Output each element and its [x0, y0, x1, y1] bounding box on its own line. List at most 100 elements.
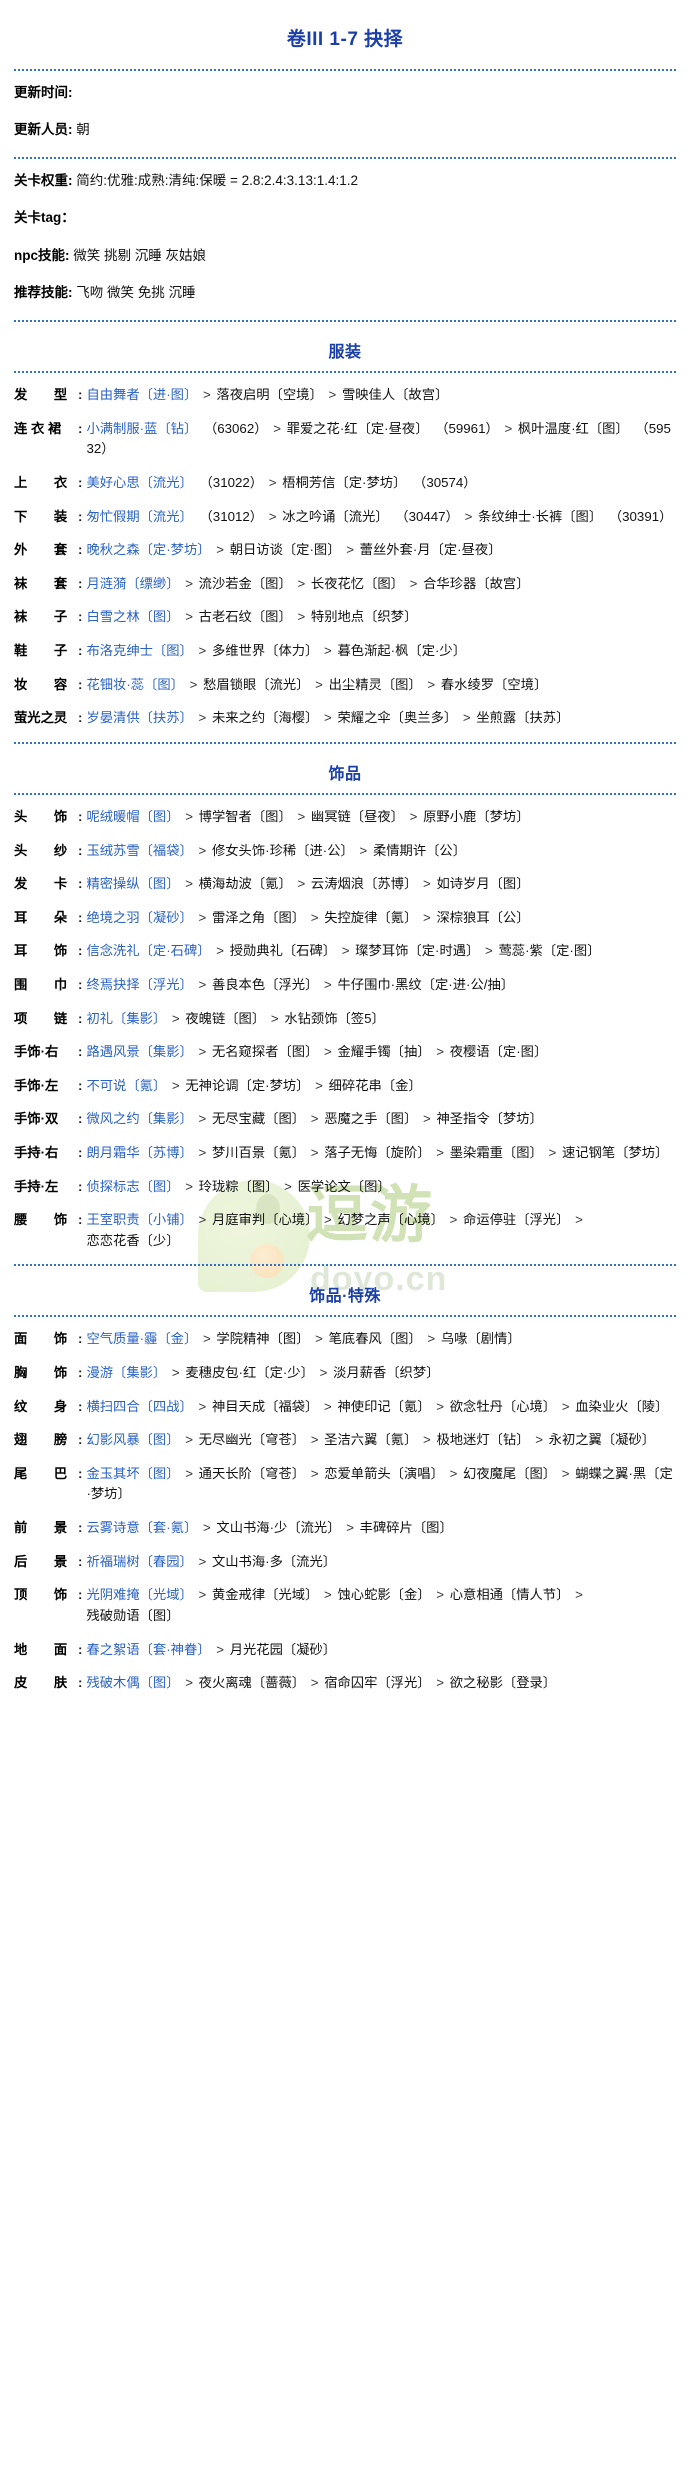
- equipment-item[interactable]: 自由舞者〔进·图〕: [86, 387, 197, 402]
- chain-separator-icon: >: [194, 976, 210, 992]
- equipment-row: 鞋 子: 布洛克绅士〔图〕 > 多维世界〔体力〕 > 暮色渐起·枫〔定·少〕: [14, 641, 676, 662]
- equipment-item: 宿命囚牢〔浮光〕: [324, 1675, 431, 1691]
- equipment-item: 文山书海·多〔流光〕: [211, 1553, 337, 1569]
- equipment-slot-label: 手饰·双: [14, 1111, 59, 1127]
- chain-separator-icon: >: [355, 842, 371, 858]
- label-colon: :: [78, 1044, 83, 1060]
- equipment-item-chain: 横扫四合〔四战〕 > 神目天成〔福袋〕 > 神使印记〔氪〕 > 欲念牡丹〔心境〕…: [86, 1397, 676, 1418]
- info-key: 关卡tag：: [14, 210, 75, 226]
- equipment-item-chain: 美好心思〔流光〕 （31022） > 梧桐芳信〔定·梦坊〕 （30574）: [86, 473, 676, 494]
- equipment-item[interactable]: 白雪之林〔图〕: [86, 609, 179, 624]
- label-colon: :: [78, 1520, 83, 1536]
- equipment-item[interactable]: 幻影风暴〔图〕: [86, 1432, 179, 1447]
- equipment-item: 失控旋律〔氪〕: [324, 909, 418, 925]
- chain-separator-icon: >: [212, 542, 228, 558]
- equipment-item[interactable]: 春之絮语〔套·神眷〕: [86, 1642, 210, 1657]
- equipment-row: 耳 饰: 信念洗礼〔定·石碑〕 > 授勋典礼〔石碑〕 > 璨梦耳饰〔定·时遇〕 >…: [14, 941, 676, 962]
- equipment-item[interactable]: 朗月霜华〔苏博〕: [86, 1145, 192, 1160]
- chain-separator-icon: >: [199, 1331, 215, 1347]
- equipment-item[interactable]: 月涟漪〔缥缈〕: [86, 576, 179, 591]
- label-colon: :: [78, 1465, 83, 1481]
- label-colon: :: [78, 609, 83, 625]
- equipment-item[interactable]: 空气质量·霾〔金〕: [86, 1331, 197, 1346]
- chain-separator-icon: >: [481, 943, 497, 959]
- equipment-item: 恶魔之手〔图〕: [324, 1111, 418, 1127]
- equipment-item-chain: 路遇风景〔集影〕 > 无名窥探者〔图〕 > 金耀手镯〔抽〕 > 夜樱语〔定·图〕: [86, 1042, 676, 1063]
- chain-separator-icon: >: [265, 475, 281, 491]
- equipment-item[interactable]: 王室职责〔小铺〕: [86, 1212, 192, 1227]
- label-colon: :: [78, 1641, 83, 1657]
- equipment-item: 淡月薪香〔织梦〕: [333, 1365, 440, 1381]
- equipment-item: 极地迷灯〔钻〕: [436, 1432, 530, 1448]
- equipment-item[interactable]: 呢绒暖帽〔图〕: [86, 809, 179, 824]
- equipment-item[interactable]: 横扫四合〔四战〕: [86, 1399, 192, 1414]
- equipment-item[interactable]: 漫游〔集影〕: [86, 1365, 166, 1380]
- stage-meta-row: 关卡tag：: [14, 208, 676, 228]
- chain-separator-icon: >: [199, 1520, 215, 1536]
- equipment-slot-label: 面 饰: [14, 1331, 68, 1347]
- equipment-item[interactable]: 信念洗礼〔定·石碑〕: [86, 943, 210, 958]
- equipment-slot-label: 袜 套: [14, 575, 68, 591]
- equipment-row: 袜 套: 月涟漪〔缥缈〕 > 流沙若金〔图〕 > 长夜花忆〔图〕 > 合华珍器〔故…: [14, 574, 676, 595]
- label-colon: :: [78, 475, 83, 491]
- guide-content: 卷III 1-7 抉择 更新时间: 更新人员: 朝 关卡权重: 简约:优雅:成熟:…: [14, 28, 676, 1694]
- label-colon: :: [78, 508, 83, 524]
- equipment-item[interactable]: 晚秋之森〔定·梦坊〕: [86, 542, 210, 557]
- chain-separator-icon: >: [181, 609, 197, 625]
- equipment-item: 恋爱单箭头〔演唱〕: [324, 1465, 444, 1481]
- equipment-item-chain: 绝境之羽〔凝砂〕 > 雷泽之角〔图〕 > 失控旋律〔氪〕 > 深棕狼耳〔公〕: [86, 908, 676, 929]
- chain-separator-icon: >: [445, 1212, 462, 1228]
- equipment-item: 文山书海·少〔流光〕: [216, 1520, 341, 1536]
- equipment-slot-label: 手持·右: [14, 1144, 59, 1160]
- equipment-item-chain: 初礼〔集影〕 > 夜魄链〔图〕 > 水钻颈饰〔签5〕: [86, 1009, 676, 1030]
- equipment-item: 丰碑碎片〔图〕: [359, 1520, 453, 1536]
- equipment-item[interactable]: 绝境之羽〔凝砂〕: [86, 910, 192, 925]
- equipment-item[interactable]: 匆忙假期〔流光〕: [86, 509, 192, 524]
- label-colon: :: [78, 976, 83, 992]
- equipment-slot-label: 妆 容: [14, 676, 68, 692]
- label-colon: :: [78, 808, 83, 824]
- equipment-item: 夜火离魂〔蔷薇〕: [198, 1675, 306, 1691]
- equipment-item[interactable]: 玉绒苏雪〔福袋〕: [86, 843, 192, 858]
- equipment-item[interactable]: 路遇风景〔集影〕: [86, 1044, 192, 1059]
- section-title: 饰品: [328, 765, 362, 783]
- equipment-slot-label: 手饰·右: [14, 1044, 59, 1060]
- equipment-item: 夜魄链〔图〕: [185, 1010, 266, 1026]
- equipment-item[interactable]: 云雾诗意〔套·氪〕: [86, 1520, 197, 1535]
- equipment-item[interactable]: 终焉抉择〔浮光〕: [86, 977, 192, 992]
- equipment-slot-label: 前 景: [14, 1520, 68, 1536]
- equipment-item[interactable]: 光阴难掩〔光域〕: [86, 1587, 192, 1602]
- equipment-slot-label: 纹 身: [14, 1398, 68, 1414]
- label-colon: :: [78, 575, 83, 591]
- equipment-slot-label: 发 型: [14, 387, 68, 403]
- chain-separator-icon: >: [311, 676, 327, 692]
- equipment-item[interactable]: 初礼〔集影〕: [86, 1011, 166, 1026]
- equipment-item[interactable]: 不可说〔氪〕: [86, 1078, 166, 1093]
- equipment-item: 麦穗皮包·红〔定·少〕: [185, 1365, 314, 1381]
- chain-separator-icon: >: [432, 1144, 448, 1160]
- equipment-item[interactable]: 岁晏清供〔扶苏〕: [86, 710, 192, 725]
- equipment-row: 地 面: 春之絮语〔套·神眷〕 > 月光花园〔凝砂〕: [14, 1640, 676, 1661]
- equipment-item: 罪爱之花·红〔定·昼夜〕: [286, 420, 429, 436]
- equipment-item[interactable]: 侦探标志〔图〕: [86, 1179, 179, 1194]
- update-info-block: 更新时间: 更新人员: 朝: [14, 83, 676, 141]
- section-title: 服装: [328, 344, 362, 362]
- label-colon: :: [78, 842, 83, 858]
- equipment-item: 心意相通〔情人节〕: [449, 1587, 570, 1603]
- equipment-item[interactable]: 花钿妆·蕊〔图〕: [86, 677, 184, 692]
- equipment-row: 尾 巴: 金玉其坏〔图〕 > 通天长阶〔穹苍〕 > 恋爱单箭头〔演唱〕 > 幻夜魔…: [14, 1464, 676, 1505]
- chain-separator-icon: >: [194, 909, 210, 925]
- equipment-row: 萤光之灵: 岁晏清供〔扶苏〕 > 未来之约〔海樱〕 > 荣耀之伞〔奥兰多〕 > 坐…: [14, 708, 676, 729]
- chain-separator-icon: >: [265, 508, 281, 524]
- equipment-item[interactable]: 美好心思〔流光〕: [86, 475, 192, 490]
- equipment-item-chain: 祈福瑞树〔春园〕 > 文山书海·多〔流光〕: [86, 1552, 676, 1573]
- equipment-item[interactable]: 金玉其坏〔图〕: [86, 1466, 179, 1481]
- equipment-item[interactable]: 微风之约〔集影〕: [86, 1111, 192, 1126]
- equipment-item[interactable]: 残破木偶〔图〕: [86, 1675, 179, 1690]
- equipment-slot-label: 手持·左: [14, 1178, 59, 1194]
- equipment-item[interactable]: 精密操纵〔图〕: [86, 876, 179, 891]
- equipment-item[interactable]: 小满制服·蓝〔钻〕: [86, 421, 197, 436]
- equipment-item[interactable]: 布洛克绅士〔图〕: [86, 643, 192, 658]
- info-value: 朝: [72, 121, 90, 137]
- equipment-item[interactable]: 祈福瑞树〔春园〕: [86, 1554, 192, 1569]
